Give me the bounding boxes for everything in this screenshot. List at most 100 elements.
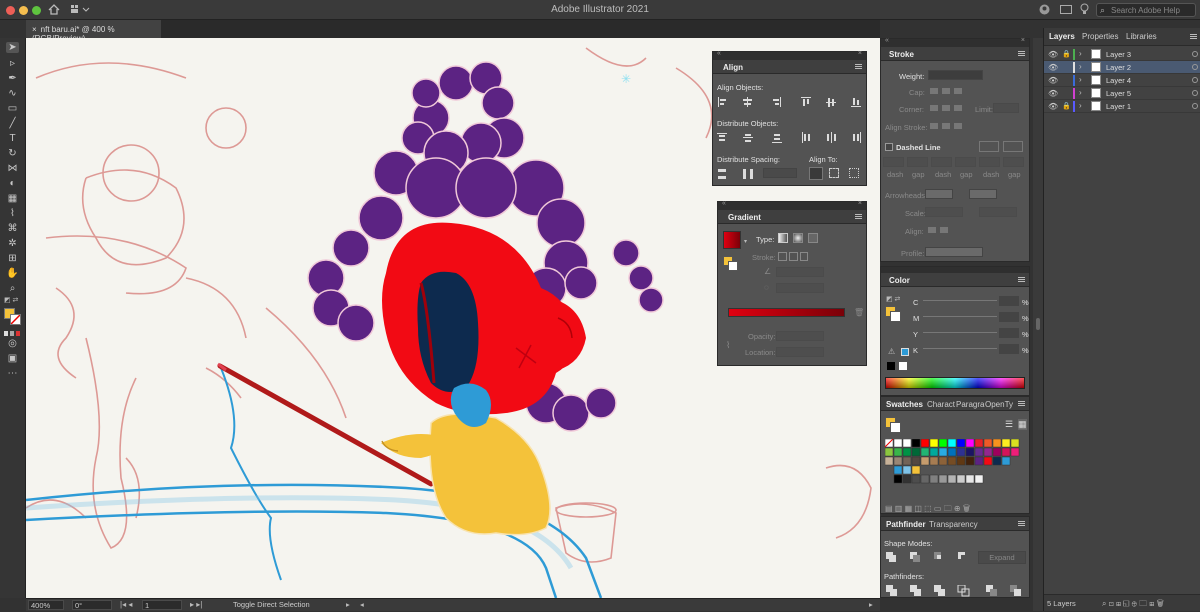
- white-swatch[interactable]: [899, 362, 907, 370]
- artboard-nav-prev-icon[interactable]: |◂ ◂: [120, 600, 132, 609]
- expand-layer-chevron-icon[interactable]: ›: [1079, 62, 1082, 71]
- paintbrush-tool-icon[interactable]: ╱: [6, 118, 19, 129]
- stroke-panel-menu-icon[interactable]: [1018, 51, 1025, 56]
- gradient-preview-swatch[interactable]: [723, 231, 741, 249]
- symbol-sprayer-tool-icon[interactable]: ✲: [6, 238, 19, 249]
- visibility-eye-icon[interactable]: 👁: [1048, 50, 1058, 59]
- layers-tab[interactable]: Layers: [1049, 32, 1075, 41]
- stroke-profile-select[interactable]: [925, 247, 983, 257]
- rotate-tool-icon[interactable]: ↻: [6, 148, 19, 159]
- close-tab-icon[interactable]: ×: [32, 25, 37, 34]
- layer-row[interactable]: 👁 🔒 › Layer 1: [1044, 100, 1200, 113]
- gradient-stroke-swatch[interactable]: [728, 261, 738, 271]
- gradient-slider[interactable]: [728, 308, 845, 317]
- more-tools-icon[interactable]: ⋯: [6, 368, 19, 379]
- layers-panel-menu-icon[interactable]: [1190, 34, 1197, 39]
- stroke-swatch[interactable]: [10, 314, 21, 325]
- swatches-footer-icons[interactable]: ▤ ▥ ▦ ◫ ⬚ ▭ 🗀 ⊕ 🗑: [885, 503, 1025, 513]
- stroke-limit-field[interactable]: [993, 103, 1019, 113]
- magenta-field[interactable]: [999, 312, 1019, 322]
- rotation-field[interactable]: 0°: [72, 600, 112, 610]
- hand-tool-icon[interactable]: ✋: [6, 268, 19, 279]
- expand-layer-chevron-icon[interactable]: ›: [1079, 75, 1082, 84]
- gradient-eyedropper-icon[interactable]: ⌇: [726, 340, 730, 351]
- color-panel-tab[interactable]: Color: [889, 276, 910, 285]
- layer-row[interactable]: 👁 🔒 › Layer 3: [1044, 48, 1200, 61]
- color-mode-icons[interactable]: [4, 329, 22, 336]
- curvature-tool-icon[interactable]: ∿: [6, 88, 19, 99]
- cyan-field[interactable]: [999, 296, 1019, 306]
- magenta-slider[interactable]: [923, 316, 997, 317]
- zoom-tool-icon[interactable]: ⌕: [6, 283, 19, 294]
- layer-target-icon[interactable]: [1192, 64, 1198, 70]
- libraries-tab[interactable]: Libraries: [1126, 32, 1157, 41]
- web-color-swatch[interactable]: [901, 348, 909, 356]
- layer-target-icon[interactable]: [1192, 90, 1198, 96]
- black-slider[interactable]: [923, 348, 997, 349]
- layer-row[interactable]: 👁 › Layer 4: [1044, 74, 1200, 87]
- gradient-tool-icon[interactable]: ▦: [6, 193, 19, 204]
- lock-icon[interactable]: 🔒: [1062, 102, 1071, 110]
- default-fill-stroke-icon[interactable]: ◩ ⇄: [4, 296, 22, 304]
- swatches-stroke-icon[interactable]: [890, 422, 901, 433]
- color-stroke-swatch[interactable]: [890, 311, 901, 322]
- shape-builder-tool-icon[interactable]: ◐: [6, 178, 19, 189]
- spacing-value-field[interactable]: [763, 168, 797, 178]
- visibility-eye-icon[interactable]: 👁: [1048, 63, 1058, 72]
- account-icon[interactable]: [1039, 4, 1050, 15]
- dashed-line-checkbox[interactable]: [885, 143, 893, 151]
- cyan-slider[interactable]: [923, 300, 997, 301]
- opentype-tab[interactable]: OpenTy: [985, 400, 1013, 409]
- status-scroll-right-icon[interactable]: ▸: [869, 600, 873, 609]
- out-of-gamut-icon[interactable]: ⚠: [888, 347, 895, 356]
- stroke-panel-grip[interactable]: «×: [881, 37, 1029, 47]
- pen-tool-icon[interactable]: ✒: [6, 73, 19, 84]
- properties-tab[interactable]: Properties: [1082, 32, 1118, 41]
- align-panel-menu-icon[interactable]: [855, 64, 862, 69]
- freeform-gradient-button[interactable]: [808, 233, 818, 243]
- expand-layer-chevron-icon[interactable]: ›: [1079, 88, 1082, 97]
- transparency-tab[interactable]: Transparency: [929, 520, 978, 529]
- layer-target-icon[interactable]: [1192, 103, 1198, 109]
- arrowhead-end-select[interactable]: [969, 189, 997, 199]
- artboard-number-field[interactable]: 1: [142, 600, 182, 610]
- align-to-selection-button[interactable]: [829, 168, 839, 178]
- gradient-aspect-field[interactable]: [776, 283, 824, 293]
- linear-gradient-button[interactable]: [778, 233, 788, 243]
- gradient-panel-grip[interactable]: «×: [718, 200, 866, 210]
- stroke-panel-tab[interactable]: Stroke: [889, 50, 914, 59]
- document-tab[interactable]: ×nft baru.ai* @ 400 % (RGB/Preview): [26, 20, 161, 43]
- delete-stop-icon[interactable]: 🗑: [854, 308, 864, 317]
- expand-layer-chevron-icon[interactable]: ›: [1079, 101, 1082, 110]
- gradient-panel-menu-icon[interactable]: [855, 214, 862, 219]
- align-panel-grip[interactable]: «×: [713, 50, 866, 60]
- gradient-presets-arrow-icon[interactable]: ▾: [744, 238, 747, 245]
- align-panel-tab[interactable]: Align: [723, 63, 743, 72]
- expand-button[interactable]: Expand: [978, 551, 1026, 564]
- arrowhead-start-select[interactable]: [925, 189, 953, 199]
- drawing-mode-icon[interactable]: ◎: [6, 338, 19, 349]
- zoom-field[interactable]: 400%: [28, 600, 64, 610]
- artboard-tool-icon[interactable]: ⊞: [6, 253, 19, 264]
- visibility-eye-icon[interactable]: 👁: [1048, 102, 1058, 111]
- character-tab[interactable]: Charact: [927, 400, 955, 409]
- status-scroll-left-icon[interactable]: ◂: [360, 600, 364, 609]
- visibility-eye-icon[interactable]: 👁: [1048, 76, 1058, 85]
- gradient-panel-tab[interactable]: Gradient: [728, 213, 761, 222]
- pathfinder-tab[interactable]: Pathfinder: [886, 520, 926, 529]
- layer-row[interactable]: 👁 › Layer 5: [1044, 87, 1200, 100]
- gradient-opacity-field[interactable]: [776, 331, 824, 341]
- color-swap-icon[interactable]: ◩ ⇄: [886, 295, 900, 303]
- layer-row[interactable]: 👁 › Layer 2: [1044, 61, 1200, 74]
- black-field[interactable]: [999, 344, 1019, 354]
- arrowhead-start-scale-field[interactable]: [925, 207, 963, 217]
- align-to-key-object-button[interactable]: [809, 167, 823, 180]
- layers-footer-icons[interactable]: ⌕ ⊡ ⊞ ◱ ⊕ 🗀 ⊞ 🗑: [1102, 598, 1164, 612]
- layer-target-icon[interactable]: [1192, 77, 1198, 83]
- layer-target-icon[interactable]: [1192, 51, 1198, 57]
- color-panel-menu-icon[interactable]: [1018, 277, 1025, 282]
- eyedropper-tool-icon[interactable]: ⌇: [6, 208, 19, 219]
- color-spectrum-bar[interactable]: [885, 377, 1025, 389]
- type-tool-icon[interactable]: T: [6, 133, 19, 144]
- radial-gradient-button[interactable]: [793, 233, 803, 243]
